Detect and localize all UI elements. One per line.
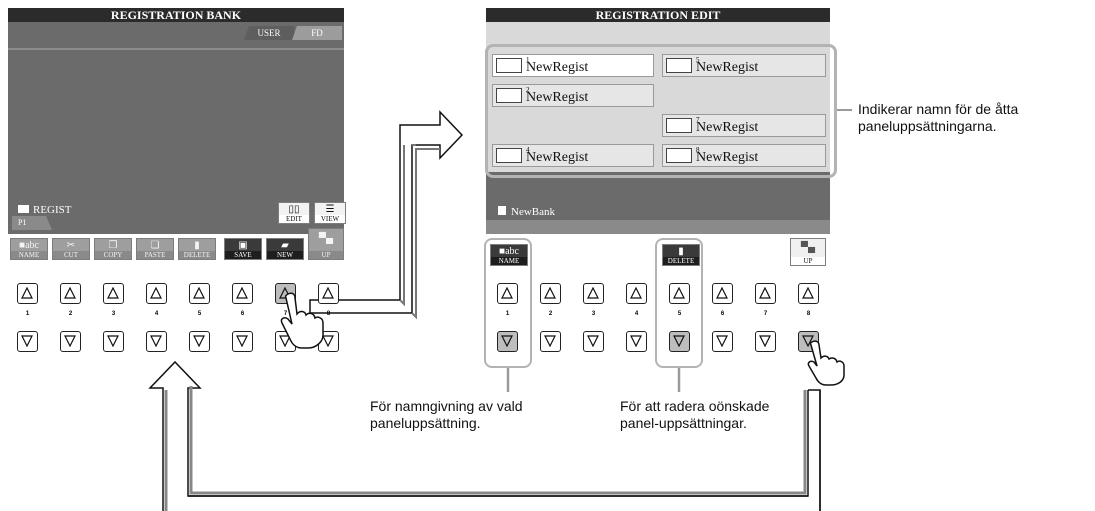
callout-leaders [506,109,852,392]
callout-name-function: För namngivning av vald paneluppsättning… [370,398,523,431]
callout-delete-function: För att radera oönskade panel-uppsättnin… [620,398,770,431]
callout-registration-names: Indikerar namn för de åtta paneluppsättn… [858,101,1019,134]
